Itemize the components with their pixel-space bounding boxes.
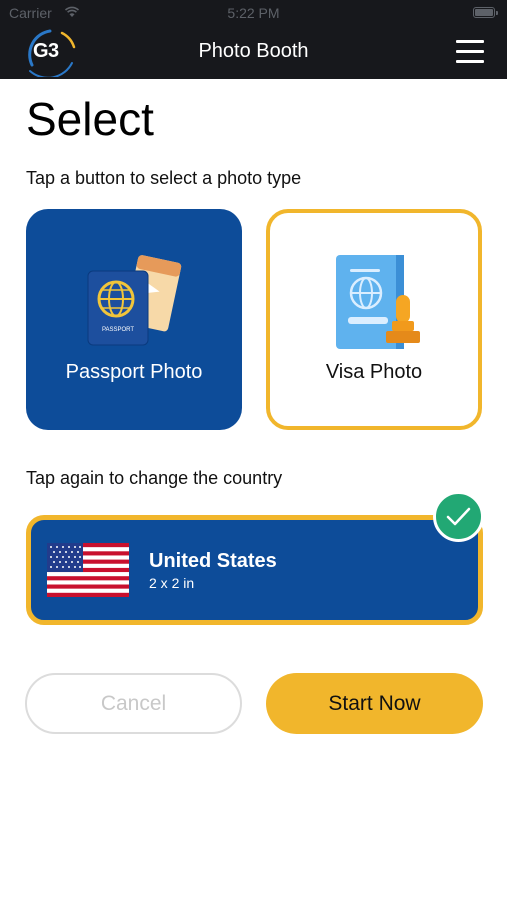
- photo-type-prompt: Tap a button to select a photo type: [26, 168, 302, 188]
- us-flag-icon: [47, 543, 129, 597]
- hamburger-menu-icon[interactable]: [456, 38, 484, 64]
- status-time: 5:22 PM: [227, 5, 280, 21]
- cancel-button[interactable]: Cancel: [25, 673, 242, 734]
- country-prompt: Tap again to change the country: [26, 468, 283, 488]
- country-name: United States: [149, 550, 277, 572]
- app-header: Carrier 5:22 PM G3 Photo Booth: [0, 0, 507, 79]
- battery-icon: [473, 7, 498, 18]
- passport-photo-label: Passport Photo: [65, 361, 203, 383]
- passport-icon: PASSPORT: [87, 255, 182, 346]
- header-title: Photo Booth: [198, 40, 309, 62]
- start-now-button[interactable]: Start Now: [266, 673, 483, 734]
- country-selector[interactable]: United States 2 x 2 in: [26, 515, 483, 625]
- selected-check-icon: [433, 491, 484, 542]
- photo-size: 2 x 2 in: [149, 575, 195, 591]
- status-bar: Carrier 5:22 PM: [0, 4, 507, 24]
- visa-photo-label: Visa Photo: [325, 361, 423, 383]
- passport-icon-text: PASSPORT: [102, 327, 134, 333]
- passport-photo-button[interactable]: PASSPORT Passport Photo: [26, 209, 242, 430]
- page-title: Select: [26, 93, 154, 145]
- visa-photo-button[interactable]: Visa Photo: [266, 209, 482, 430]
- visa-stamp-icon: [336, 255, 420, 349]
